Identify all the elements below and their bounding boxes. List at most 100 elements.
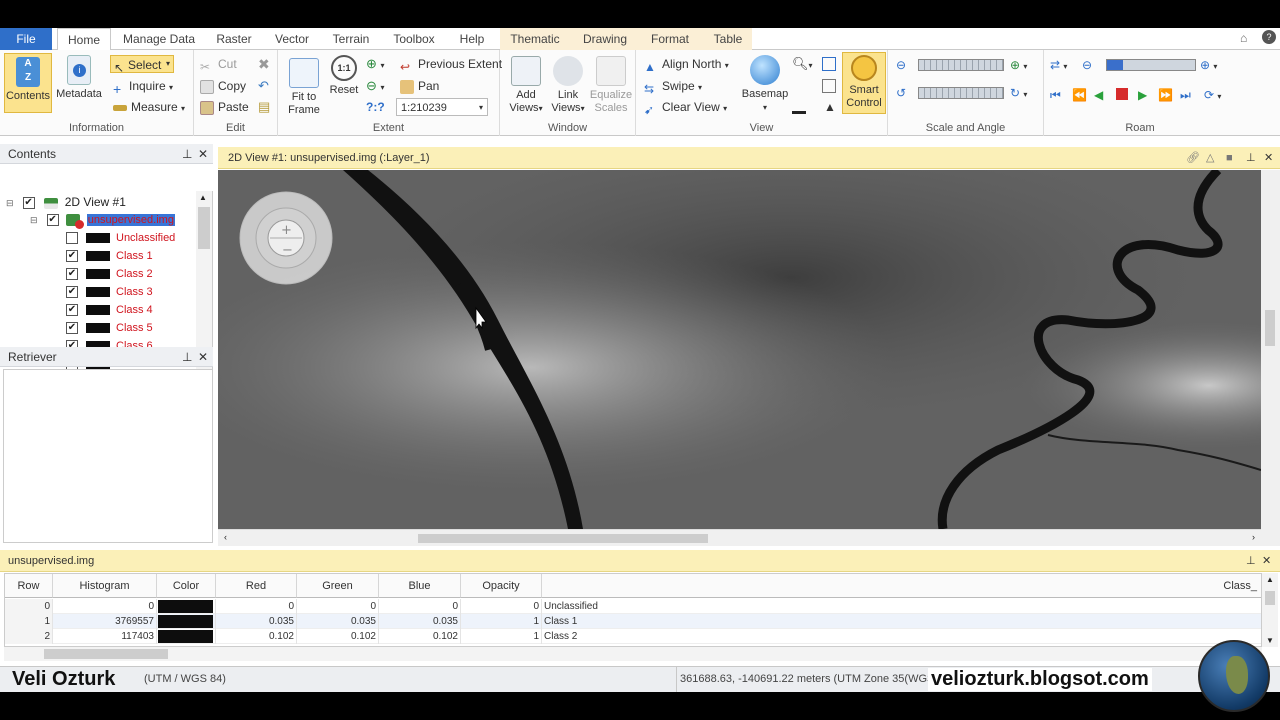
green-cell[interactable]: 0	[297, 599, 379, 614]
class-name-cell[interactable]: Class 2	[542, 629, 1261, 644]
class-checkbox[interactable]: ✔	[66, 250, 78, 263]
column-header[interactable]: Blue	[379, 574, 461, 598]
scale-combobox[interactable]: 1:210239 ▾	[396, 98, 488, 116]
attribute-table[interactable]: Row Histogram Color Red Green Blue Opacity Clas…	[4, 573, 1262, 647]
overview-icon[interactable]	[822, 57, 836, 71]
pin-icon[interactable]: ⊥	[1246, 147, 1256, 169]
row-cell[interactable]: 2	[5, 629, 53, 644]
roam-options-icon[interactable]: ⟳ ▾	[1204, 86, 1221, 104]
class-color-swatch[interactable]	[86, 287, 110, 298]
layer-checkbox[interactable]: ✔	[46, 214, 59, 227]
smart-control-button[interactable]: Smart Control	[842, 52, 886, 114]
undo-icon[interactable]: ↶	[258, 77, 269, 95]
pin-icon[interactable]: ⊥	[182, 144, 192, 164]
paste-button[interactable]: Paste	[200, 98, 249, 116]
clear-view-button[interactable]: ➹ Clear View ▾	[644, 98, 727, 117]
tab-file[interactable]: File	[0, 28, 52, 50]
histogram-cell[interactable]: 117403	[53, 629, 157, 644]
opacity-cell[interactable]: 0	[461, 599, 542, 614]
column-header[interactable]: Color	[157, 574, 216, 598]
close-icon[interactable]: ✕	[198, 347, 208, 367]
help-icon[interactable]: ?	[1262, 30, 1276, 44]
histogram-cell[interactable]: 0	[53, 599, 157, 614]
scale-slider[interactable]	[918, 59, 1004, 71]
roam-first-icon[interactable]: ⏮	[1050, 86, 1064, 104]
column-header[interactable]: Class_	[542, 574, 1261, 598]
scroll-right-icon[interactable]: ›	[1252, 532, 1255, 542]
blue-cell[interactable]: 0.035	[379, 614, 461, 629]
add-views-button[interactable]: Add Views▾	[506, 56, 546, 115]
table-row[interactable]: 0 0 0 0 0 0 Unclassified	[5, 599, 1261, 614]
tab-help[interactable]: Help	[452, 28, 492, 50]
color-swatch-cell[interactable]	[157, 599, 216, 614]
lock-icon[interactable]: ■	[1226, 147, 1233, 169]
reset-button[interactable]: 1:1 Reset	[328, 55, 360, 97]
map-view[interactable]: + −	[218, 170, 1261, 529]
scale-dropdown-icon[interactable]: ▾	[479, 99, 483, 117]
class-row[interactable]: Unclassified	[66, 229, 175, 247]
table-row[interactable]: 1 3769557 0.035 0.035 0.035 1 Class 1	[5, 614, 1261, 629]
tab-drawing[interactable]: Drawing	[576, 28, 634, 50]
map-vertical-scrollbar[interactable]	[1261, 170, 1280, 546]
inquire-button[interactable]: + Inquire ▾	[113, 77, 173, 97]
class-name-cell[interactable]: Class 1	[542, 614, 1261, 629]
class-color-swatch[interactable]	[158, 630, 213, 643]
table-vertical-scrollbar[interactable]: ▲ ▼	[1262, 573, 1278, 647]
class-row[interactable]: ✔ Class 1	[66, 247, 153, 265]
table-row[interactable]: 2 117403 0.102 0.102 0.102 1 Class 2	[5, 629, 1261, 644]
class-checkbox[interactable]: ✔	[66, 268, 78, 281]
scroll-down-icon[interactable]: ▼	[1266, 636, 1274, 645]
tab-thematic[interactable]: Thematic	[504, 28, 566, 50]
roam-step-back-icon[interactable]: ⏪	[1072, 86, 1087, 104]
color-swatch-cell[interactable]	[157, 614, 216, 629]
class-color-swatch[interactable]	[86, 323, 110, 334]
opacity-cell[interactable]: 1	[461, 614, 542, 629]
class-color-swatch[interactable]	[86, 251, 110, 262]
view-checkbox[interactable]: ✔	[22, 197, 35, 210]
north-symbol-icon[interactable]: ▲	[824, 98, 836, 116]
collapse-icon[interactable]: ⊟	[30, 215, 38, 225]
scroll-up-icon[interactable]: ▲	[1266, 575, 1274, 584]
scroll-left-icon[interactable]: ‹	[224, 532, 227, 542]
roam-last-icon[interactable]: ⏭	[1180, 86, 1191, 104]
class-color-swatch[interactable]	[86, 269, 110, 280]
metadata-button[interactable]: i Metadata	[56, 55, 102, 101]
fit-to-frame-button[interactable]: Fit to Frame	[284, 58, 324, 117]
map-horizontal-scrollbar[interactable]: ‹ ›	[218, 529, 1261, 546]
column-header[interactable]: Opacity	[461, 574, 542, 598]
blue-cell[interactable]: 0.102	[379, 629, 461, 644]
select-button[interactable]: ↖ Select	[110, 55, 174, 75]
histogram-cell[interactable]: 3769557	[53, 614, 157, 629]
blue-cell[interactable]: 0	[379, 599, 461, 614]
scroll-up-icon[interactable]: ▲	[199, 193, 207, 202]
row-cell[interactable]: 1	[5, 614, 53, 629]
roam-direction-icon[interactable]: ⇄ ▾	[1050, 56, 1067, 74]
cut-button[interactable]: ✂ Cut	[200, 55, 237, 74]
class-color-swatch[interactable]	[158, 600, 213, 613]
class-row[interactable]: ✔ Class 3	[66, 283, 153, 301]
contents-button[interactable]: AZ Contents	[4, 53, 52, 113]
column-header[interactable]: Row	[5, 574, 53, 598]
roam-speed-plus-icon[interactable]: ⊕ ▾	[1200, 56, 1217, 74]
scale-minus-icon[interactable]: ⊖	[896, 56, 906, 74]
basemap-button[interactable]: Basemap ▾	[740, 55, 790, 114]
roam-stop-icon[interactable]	[1116, 88, 1128, 100]
scale-unknown-button[interactable]: ?:?	[366, 98, 385, 116]
tab-format[interactable]: Format	[644, 28, 696, 50]
measure-button[interactable]: Measure ▾	[113, 98, 185, 116]
red-cell[interactable]: 0.035	[216, 614, 297, 629]
table-scroll-thumb[interactable]	[1265, 591, 1275, 605]
paste-special-icon[interactable]: ▤	[258, 98, 270, 116]
roam-play-icon[interactable]: ▶	[1138, 86, 1147, 104]
tab-manage-data[interactable]: Manage Data	[118, 28, 200, 50]
angle-slider[interactable]	[918, 87, 1004, 99]
color-swatch-cell[interactable]	[157, 629, 216, 644]
class-checkbox[interactable]: ✔	[66, 322, 78, 335]
class-row[interactable]: ✔ Class 4	[66, 301, 153, 319]
delete-icon[interactable]: ✖	[258, 55, 270, 73]
rotate-left-icon[interactable]: ↺	[896, 84, 906, 102]
row-cell[interactable]: 0	[5, 599, 53, 614]
column-header[interactable]: Histogram	[53, 574, 157, 598]
tree-vertical-scrollbar[interactable]: ▲ ▼	[196, 191, 212, 369]
roam-step-forward-icon[interactable]: ⏩	[1158, 86, 1173, 104]
